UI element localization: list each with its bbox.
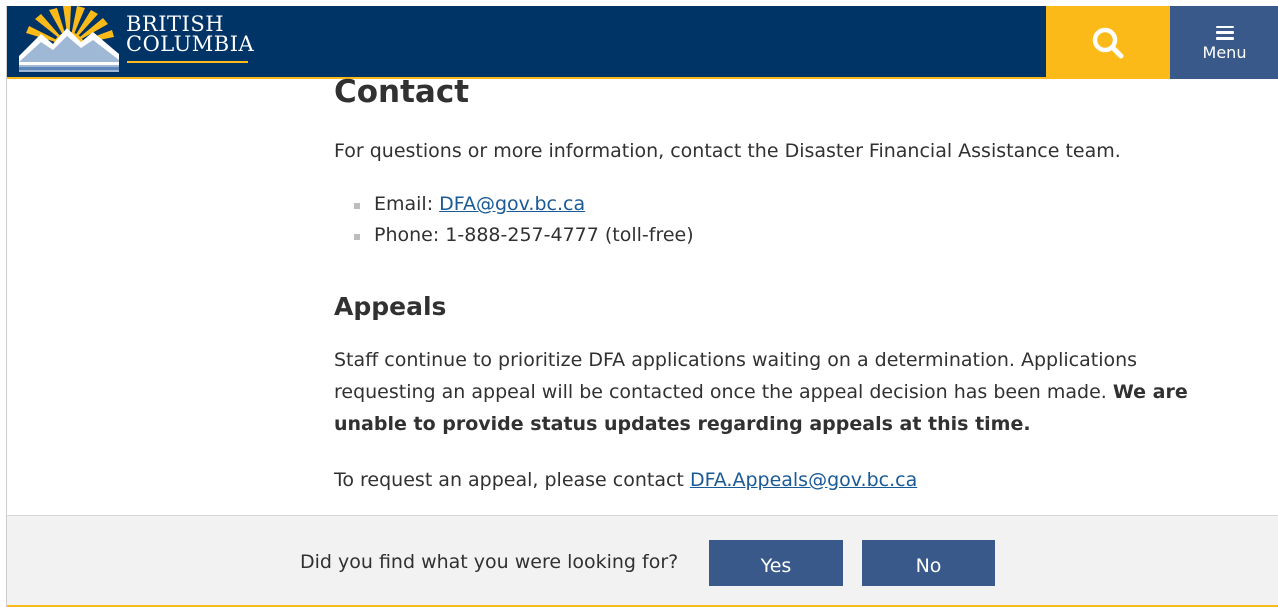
menu-label: Menu	[1202, 42, 1247, 62]
appeals-text: Staff continue to prioritize DFA applica…	[334, 349, 1138, 403]
menu-button[interactable]: Menu	[1170, 6, 1278, 79]
list-item-email: Email: DFA@gov.bc.ca	[354, 189, 694, 220]
appeals-email-link[interactable]: DFA.Appeals@gov.bc.ca	[690, 469, 917, 491]
logo-wordmark: BRITISH COLUMBIA	[126, 12, 255, 56]
feedback-question: Did you find what you were looking for?	[300, 551, 679, 573]
phone-text: Phone: 1-888-257-4777 (toll-free)	[374, 224, 694, 246]
sunrise-logo-icon	[19, 6, 119, 72]
site-header: BRITISH COLUMBIA Menu	[7, 6, 1278, 79]
yes-button[interactable]: Yes	[709, 540, 843, 586]
appeal-request: To request an appeal, please contact DFA…	[334, 466, 917, 494]
appeal-request-text: To request an appeal, please contact	[334, 469, 690, 491]
logo-underline	[127, 61, 248, 63]
bullet-icon	[354, 203, 360, 209]
appeals-heading: Appeals	[334, 292, 447, 321]
bc-gov-logo[interactable]: BRITISH COLUMBIA	[19, 6, 259, 72]
logo-line-columbia: COLUMBIA	[126, 32, 255, 56]
feedback-bar: Did you find what you were looking for? …	[7, 515, 1278, 607]
email-label: Email:	[374, 193, 440, 215]
bullet-icon	[354, 234, 360, 240]
page: BRITISH COLUMBIA Menu Contact For questi…	[6, 6, 1278, 607]
search-icon	[1092, 27, 1124, 58]
search-button[interactable]	[1046, 6, 1170, 79]
hamburger-icon	[1215, 25, 1234, 40]
appeals-paragraph: Staff continue to prioritize DFA applica…	[334, 344, 1234, 440]
logo-line-british: BRITISH	[126, 12, 225, 36]
contact-intro: For questions or more information, conta…	[334, 140, 1121, 162]
contact-list: Email: DFA@gov.bc.ca Phone: 1-888-257-47…	[354, 189, 694, 251]
email-link[interactable]: DFA@gov.bc.ca	[439, 193, 585, 215]
contact-heading: Contact	[334, 74, 470, 110]
no-button[interactable]: No	[862, 540, 995, 586]
list-item-phone: Phone: 1-888-257-4777 (toll-free)	[354, 220, 694, 251]
